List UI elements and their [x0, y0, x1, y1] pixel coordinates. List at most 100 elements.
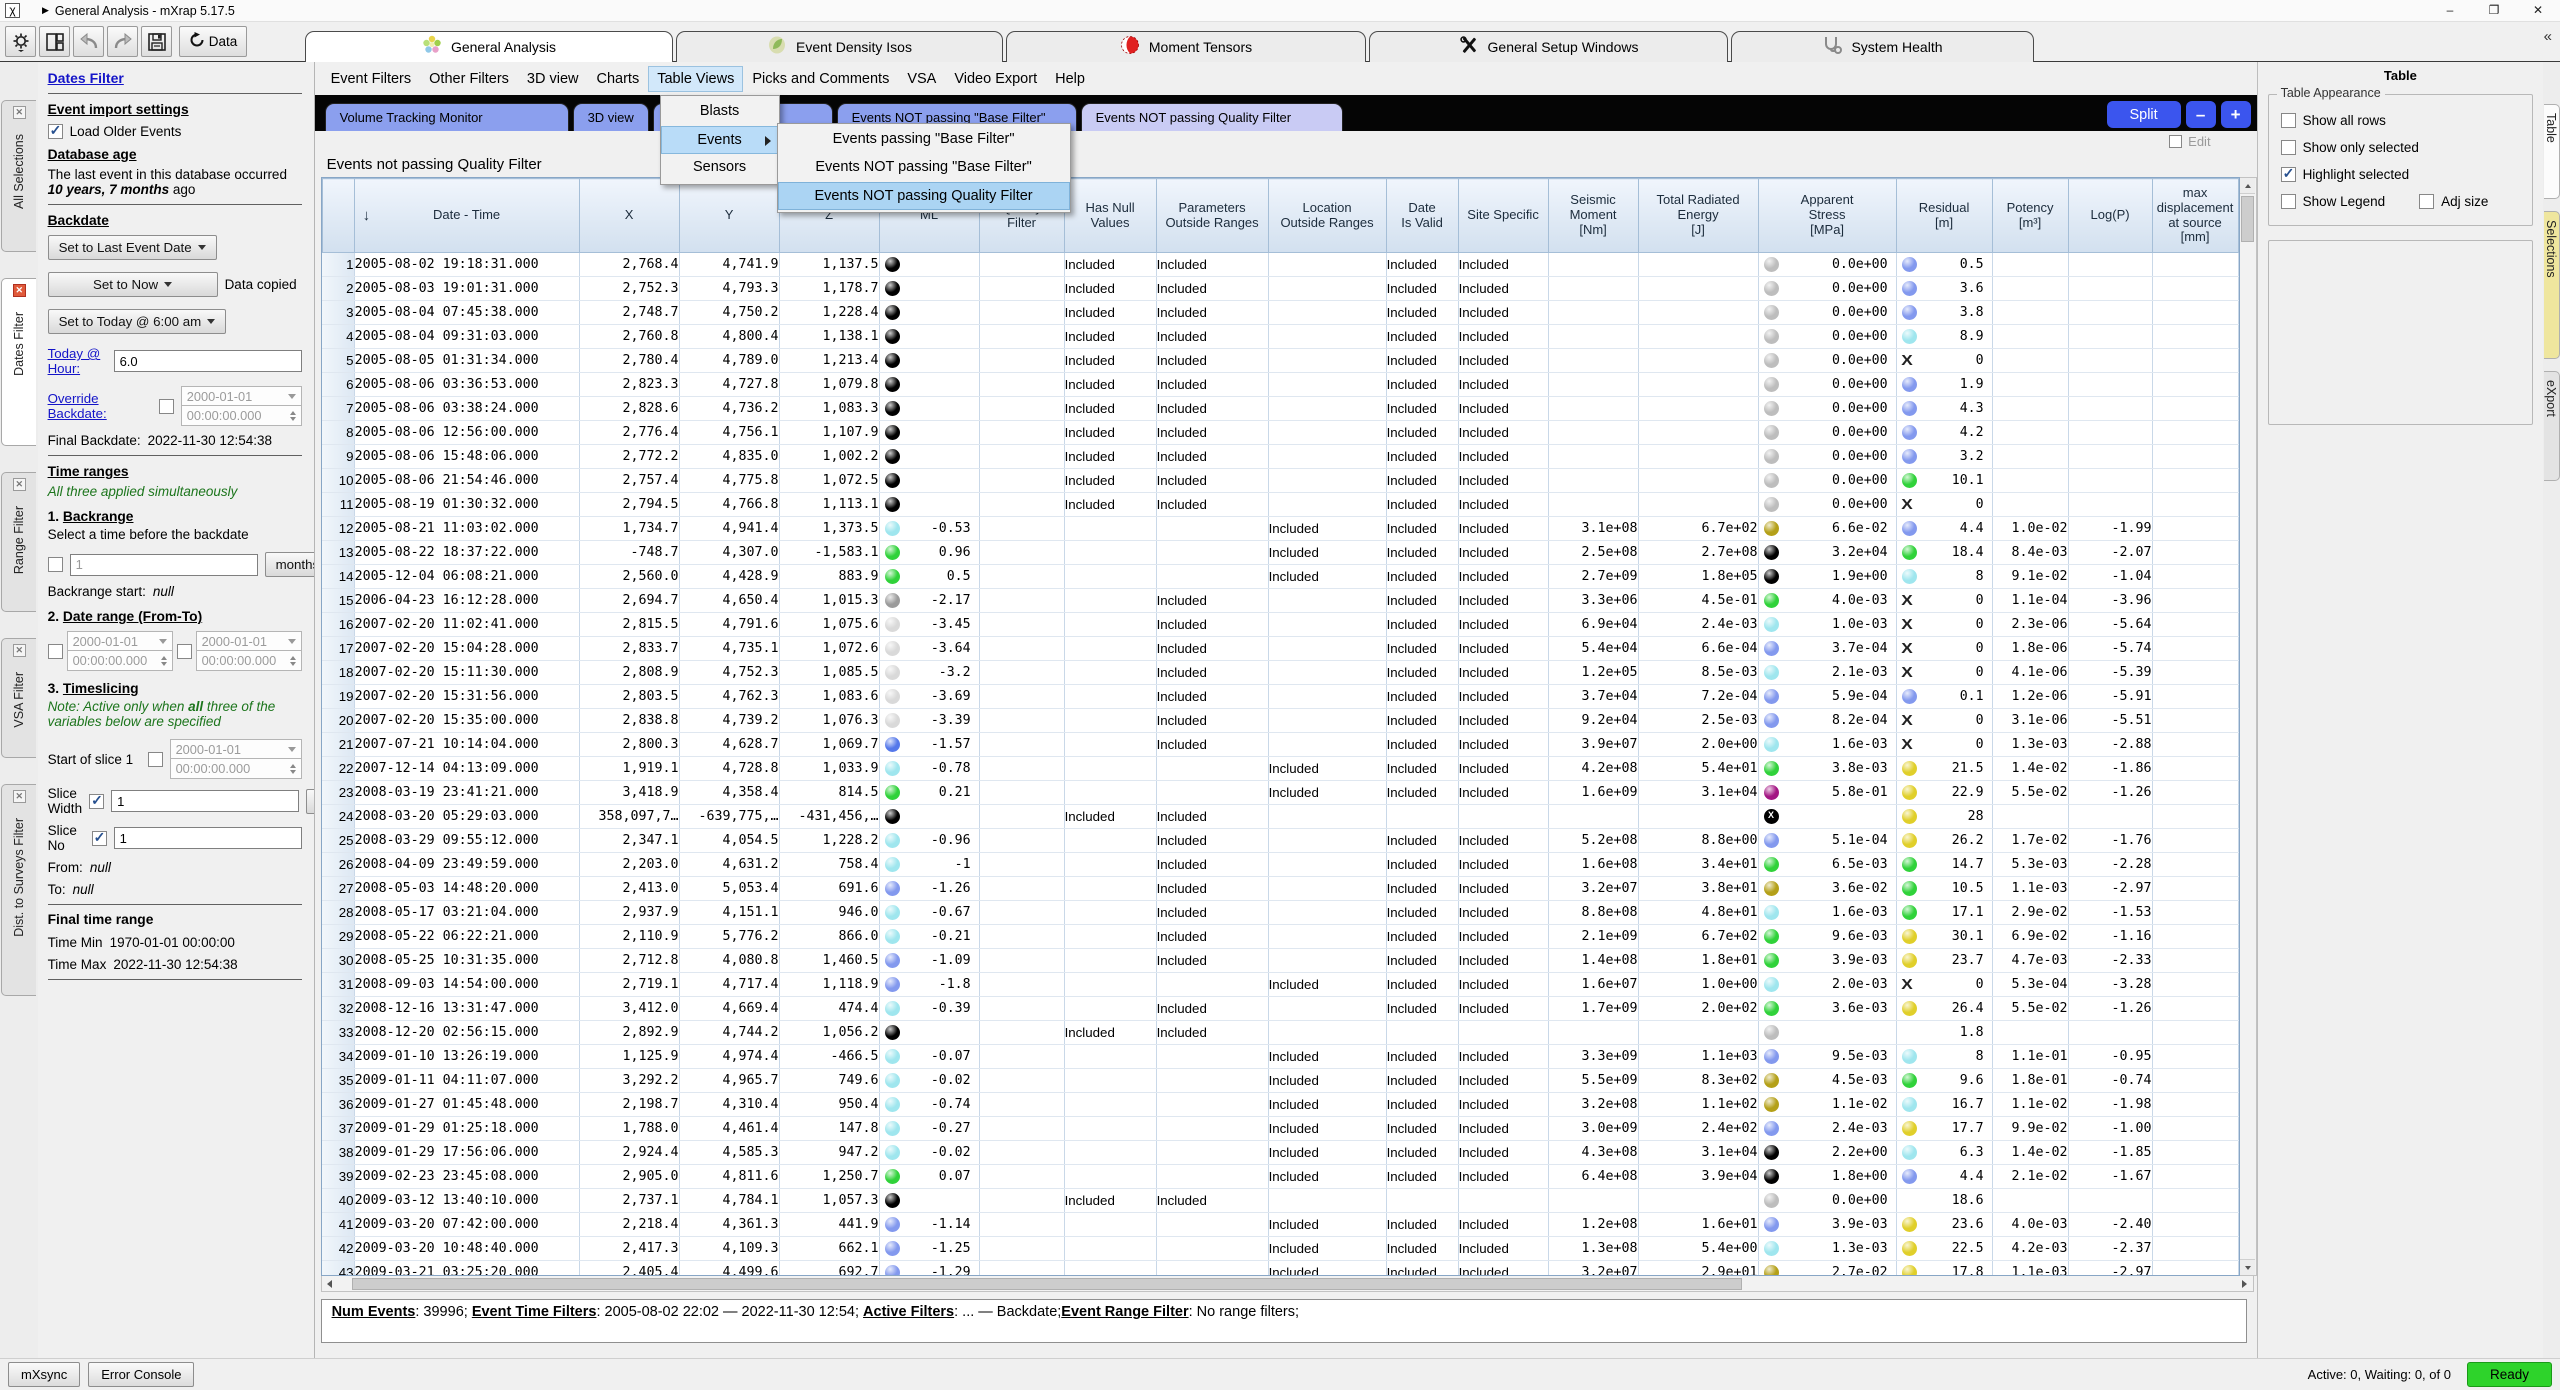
highlight-selected-checkbox[interactable] — [2281, 167, 2296, 182]
slice-start-datetime[interactable]: 2000-01-01 00:00:00.000 — [170, 739, 302, 779]
ready-button[interactable]: Ready — [2467, 1362, 2552, 1387]
table-row[interactable]: 412009-03-20 07:42:00.0002,218.44,361.34… — [322, 1213, 2238, 1237]
from-date-checkbox[interactable] — [48, 644, 63, 659]
table-row[interactable]: 162007-02-20 11:02:41.0002,815.54,791.61… — [322, 613, 2238, 637]
set-today-6am-button[interactable]: Set to Today @ 6:00 am — [48, 309, 227, 334]
tab-event-density-isos[interactable]: Event Density Isos — [676, 31, 1003, 62]
tab-system-health[interactable]: System Health — [1731, 31, 2034, 62]
table-row[interactable]: 322008-12-16 13:31:47.0003,412.04,669.44… — [322, 997, 2238, 1021]
show-legend-checkbox[interactable] — [2281, 194, 2296, 209]
close-icon[interactable]: ✕ — [13, 284, 26, 297]
menu-item-events-not-passing-quality-filter[interactable]: Events NOT passing Quality Filter — [778, 182, 1070, 210]
tab-general-analysis[interactable]: General Analysis — [305, 31, 673, 62]
settings-button[interactable] — [5, 26, 36, 57]
redo-button[interactable] — [107, 26, 138, 57]
undo-button[interactable] — [73, 26, 104, 57]
sidebar-tab-range-filter[interactable]: ✕ Range Filter — [1, 472, 36, 612]
table-row[interactable]: 302008-05-25 10:31:35.0002,712.84,080.81… — [322, 949, 2238, 973]
column-header[interactable]: Potency [m³] — [1992, 179, 2068, 253]
table-row[interactable]: 82005-08-06 12:56:00.0002,776.44,756.11,… — [322, 421, 2238, 445]
close-icon[interactable]: ✕ — [13, 790, 26, 803]
table-row[interactable]: 312008-09-03 14:54:00.0002,719.14,717.41… — [322, 973, 2238, 997]
backrange-checkbox[interactable] — [48, 557, 63, 572]
menu-item-events[interactable]: Events — [661, 126, 779, 154]
table-row[interactable]: 342009-01-10 13:26:19.0001,125.94,974.4-… — [322, 1045, 2238, 1069]
show-all-rows-checkbox[interactable] — [2281, 113, 2296, 128]
table-row[interactable]: 332008-12-20 02:56:15.0002,892.94,744.21… — [322, 1021, 2238, 1045]
table-row[interactable]: 202007-02-20 15:35:00.0002,838.84,739.21… — [322, 709, 2238, 733]
mxsync-button[interactable]: mXsync — [8, 1362, 80, 1387]
sidebar-tab-all-selections[interactable]: ✕ All Selections — [1, 100, 36, 252]
table-row[interactable]: 132005-08-22 18:37:22.000-748.74,307.0-1… — [322, 541, 2238, 565]
column-header[interactable]: Date - Time↓ — [354, 179, 579, 253]
add-view-button[interactable]: + — [2221, 101, 2251, 128]
sidebar-tab-dist-to-surveys-filter[interactable]: ✕ Dist. to Surveys Filter — [1, 784, 36, 996]
menu-other-filters[interactable]: Other Filters — [420, 66, 518, 92]
collapse-panels-icon[interactable]: « — [2544, 28, 2552, 45]
menu-video-export[interactable]: Video Export — [945, 66, 1046, 92]
sort-descending-icon[interactable]: ↓ — [363, 207, 371, 224]
view-tab-3d-view[interactable]: 3D view — [573, 103, 649, 131]
menu-table-views[interactable]: Table Views — [648, 66, 743, 92]
error-console-button[interactable]: Error Console — [88, 1362, 194, 1387]
data-refresh-button[interactable]: Data — [179, 26, 247, 57]
override-backdate-link[interactable]: Override Backdate: — [48, 391, 152, 421]
table-row[interactable]: 12005-08-02 19:18:31.0002,768.44,741.91,… — [322, 253, 2238, 277]
column-header[interactable]: Has Null Values — [1064, 179, 1156, 253]
table-row[interactable]: 22005-08-03 19:01:31.0002,752.34,793.31,… — [322, 277, 2238, 301]
vertical-scrollbar[interactable] — [2240, 177, 2257, 1276]
dates-filter-title-link[interactable]: Dates Filter — [48, 70, 124, 86]
scroll-left-icon[interactable] — [322, 1277, 338, 1291]
column-header[interactable]: Parameters Outside Ranges — [1156, 179, 1268, 253]
table-row[interactable]: 242008-03-20 05:29:03.000358,097,7…-639,… — [322, 805, 2238, 829]
table-row[interactable]: 362009-01-27 01:45:48.0002,198.74,310.49… — [322, 1093, 2238, 1117]
horizontal-scrollbar[interactable] — [321, 1276, 2254, 1292]
maximize-button[interactable]: ❐ — [2472, 0, 2516, 21]
table-row[interactable]: 62005-08-06 03:36:53.0002,823.34,727.81,… — [322, 373, 2238, 397]
close-icon[interactable]: ✕ — [13, 106, 26, 119]
table-row[interactable]: 272008-05-03 14:48:20.0002,413.05,053.46… — [322, 877, 2238, 901]
layout-button[interactable] — [39, 26, 70, 57]
backrange-unit-button[interactable]: months — [265, 552, 315, 577]
table-row[interactable]: 372009-01-29 01:25:18.0001,788.04,461.41… — [322, 1117, 2238, 1141]
column-header[interactable]: Seismic Moment [Nm] — [1548, 179, 1638, 253]
load-older-events-checkbox[interactable] — [48, 124, 63, 139]
tab-general-setup-windows[interactable]: General Setup Windows — [1369, 31, 1728, 62]
set-last-event-date-button[interactable]: Set to Last Event Date — [48, 235, 217, 260]
scroll-down-icon[interactable] — [2240, 1259, 2255, 1275]
adj-size-checkbox[interactable] — [2419, 194, 2434, 209]
table-row[interactable]: 432009-03-21 03:25:20.0002,405.44,499.66… — [322, 1261, 2238, 1277]
table-row[interactable]: 352009-01-11 04:11:07.0003,292.24,965.77… — [322, 1069, 2238, 1093]
scroll-right-icon[interactable] — [2237, 1277, 2253, 1291]
table-row[interactable]: 382009-01-29 17:56:06.0002,924.44,585.39… — [322, 1141, 2238, 1165]
from-datetime[interactable]: 2000-01-01 00:00:00.000 — [67, 631, 173, 671]
table-row[interactable]: 52005-08-05 01:31:34.0002,780.44,789.01,… — [322, 349, 2238, 373]
table-row[interactable]: 392009-02-23 23:45:08.0002,905.04,811.61… — [322, 1165, 2238, 1189]
slice-start-checkbox[interactable] — [148, 752, 163, 767]
menu-vsa[interactable]: VSA — [898, 66, 945, 92]
slice-width-checkbox[interactable] — [89, 794, 104, 809]
column-header[interactable]: Log(P) — [2068, 179, 2152, 253]
override-backdate-checkbox[interactable] — [159, 399, 174, 414]
panel-tab-table[interactable]: Table — [2544, 104, 2560, 199]
slice-no-input[interactable] — [114, 827, 302, 849]
view-tab-volume-tracking-monitor[interactable]: Volume Tracking Monitor — [325, 103, 569, 131]
menu-help[interactable]: Help — [1046, 66, 1094, 92]
vertical-scroll-thumb[interactable] — [2241, 196, 2254, 242]
today-hour-input[interactable] — [114, 350, 302, 372]
table-row[interactable]: 72005-08-06 03:38:24.0002,828.64,736.21,… — [322, 397, 2238, 421]
table-row[interactable]: 112005-08-19 01:30:32.0002,794.54,766.81… — [322, 493, 2238, 517]
table-row[interactable]: 422009-03-20 10:48:40.0002,417.34,109.36… — [322, 1237, 2238, 1261]
column-header[interactable]: X — [579, 179, 679, 253]
sidebar-tab-dates-filter[interactable]: ✕ Dates Filter — [1, 278, 36, 446]
table-row[interactable]: 232008-03-19 23:41:21.0003,418.94,358.48… — [322, 781, 2238, 805]
slice-width-input[interactable] — [111, 790, 299, 812]
table-row[interactable]: 42005-08-04 09:31:03.0002,760.84,800.41,… — [322, 325, 2238, 349]
edit-checkbox[interactable] — [2169, 135, 2182, 148]
table-row[interactable]: 122005-08-21 11:03:02.0001,734.74,941.41… — [322, 517, 2238, 541]
close-button[interactable]: ✕ — [2516, 0, 2560, 21]
column-header[interactable]: Date Is Valid — [1386, 179, 1458, 253]
today-hour-link[interactable]: Today @ Hour: — [48, 346, 107, 376]
to-date-checkbox[interactable] — [177, 644, 192, 659]
column-header[interactable]: Apparent Stress [MPa] — [1758, 179, 1896, 253]
